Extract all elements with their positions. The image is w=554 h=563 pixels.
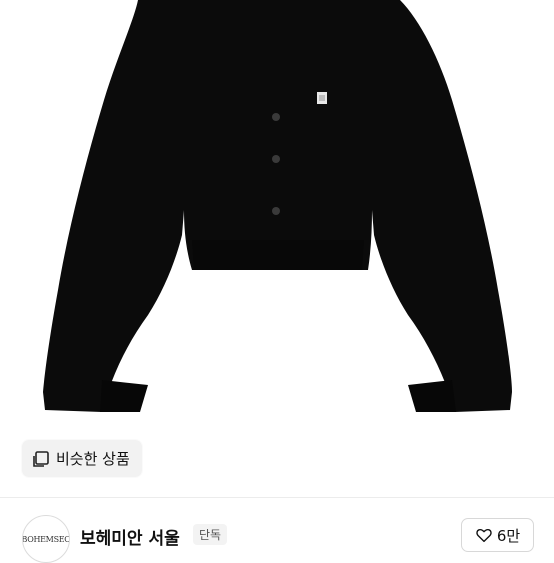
shop-name[interactable]: 보헤미안 서울 [80,524,180,549]
similar-products-label: 비슷한 상품 [56,450,130,468]
product-image[interactable] [0,0,554,497]
shop-bar: BOHEMSEO 보헤미안 서울 단독 6만 [0,498,554,563]
heart-outline-icon [475,526,493,544]
exclusive-badge: 단독 [193,524,228,545]
cardigan-button [272,207,280,215]
similar-products-button[interactable]: 비슷한 상품 [22,440,142,477]
shop-logo[interactable]: BOHEMSEO [22,515,70,563]
cardigan-button [272,155,280,163]
cardigan-button [272,113,280,121]
like-count: 6만 [496,526,521,545]
copy-icon [32,450,50,468]
like-button[interactable]: 6만 [461,518,534,552]
cardigan-illustration [43,0,512,412]
shop-logo-text: BOHEMSEO [22,534,70,544]
cardigan-body [43,0,512,412]
